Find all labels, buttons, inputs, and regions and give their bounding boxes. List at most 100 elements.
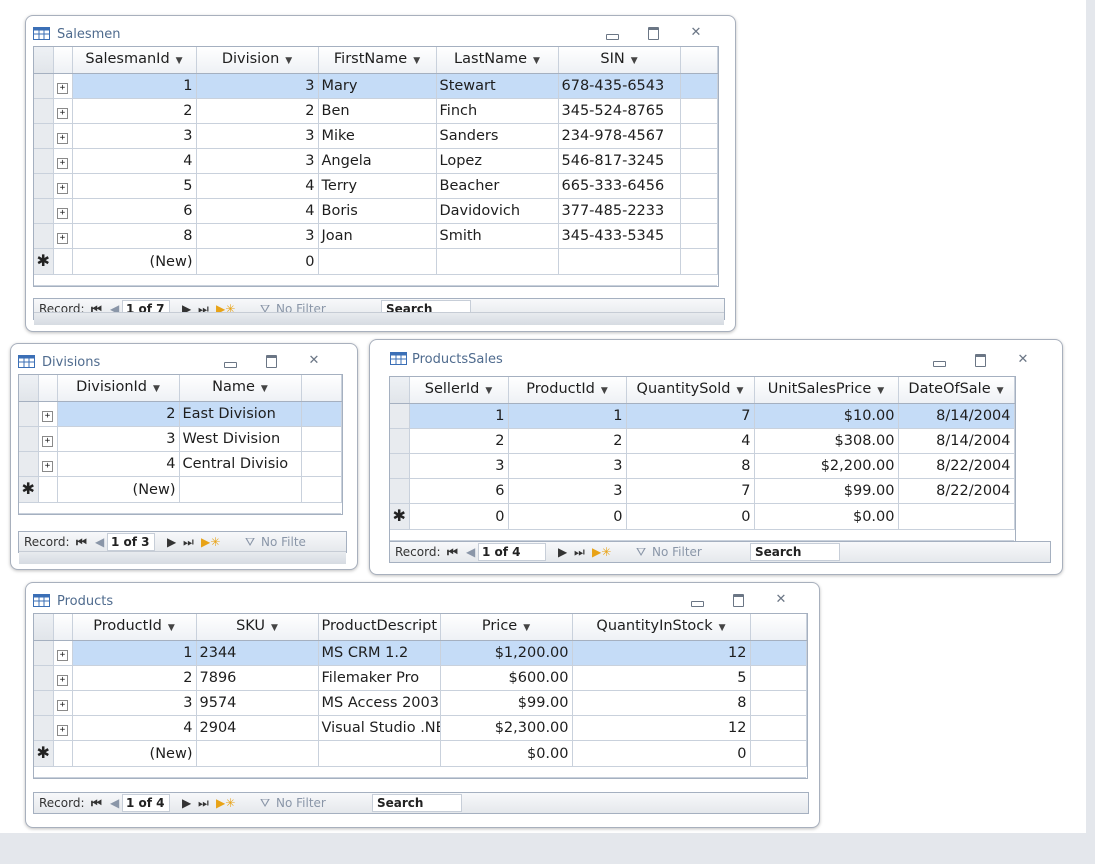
table-cell[interactable]: 1 (72, 640, 197, 666)
first-record-icon[interactable]: ⏮ (76, 535, 87, 550)
table-cell[interactable]: Ben (318, 98, 437, 124)
column-header-lastname[interactable]: LastName ▼ (436, 47, 559, 74)
table-cell[interactable]: 377-485-2233 (558, 198, 681, 224)
select-all-corner[interactable] (19, 375, 39, 402)
column-header-productid[interactable]: ProductId ▼ (72, 614, 197, 641)
row-selector[interactable] (34, 148, 54, 174)
plus-expand-icon[interactable]: + (57, 675, 68, 686)
table-cell[interactable]: 3 (196, 223, 319, 249)
plus-expand-icon[interactable]: + (57, 725, 68, 736)
table-row[interactable]: +4 3 Angela Lopez 546-817-3245 (34, 148, 718, 174)
row-selector[interactable] (34, 223, 54, 249)
column-header-sku[interactable]: SKU ▼ (196, 614, 319, 641)
row-selector[interactable]: ✱ (390, 503, 410, 530)
table-cell[interactable]: 0 (626, 503, 755, 530)
plus-expand-icon[interactable]: + (57, 700, 68, 711)
table-cell[interactable]: 1 (508, 403, 627, 429)
sort-dropdown-icon[interactable]: ▼ (997, 386, 1004, 396)
current-record-field[interactable]: 1 of 4 (478, 543, 546, 561)
expand-cell[interactable]: + (38, 401, 58, 427)
table-cell[interactable]: 3 (72, 123, 197, 149)
previous-record-icon[interactable]: ◀ (466, 545, 475, 559)
table-cell[interactable]: 0 (409, 503, 509, 530)
products-titlebar[interactable]: Products ✕ (26, 583, 819, 613)
table-cell[interactable]: 6 (72, 198, 197, 224)
table-cell[interactable]: $600.00 (440, 665, 573, 691)
plus-expand-icon[interactable]: + (42, 436, 53, 447)
column-header-firstname[interactable]: FirstName ▼ (318, 47, 437, 74)
table-cell[interactable]: 2 (72, 98, 197, 124)
table-cell[interactable]: (New) (72, 740, 197, 767)
table-cell[interactable]: 4 (196, 173, 319, 199)
previous-record-icon[interactable]: ◀ (110, 796, 119, 810)
table-cell[interactable]: Boris (318, 198, 437, 224)
sort-dropdown-icon[interactable]: ▼ (176, 56, 183, 66)
table-cell[interactable]: Smith (436, 223, 559, 249)
column-header-productdescript[interactable]: ProductDescript▼ (318, 614, 441, 641)
table-cell[interactable]: Visual Studio .NET (318, 715, 441, 741)
table-cell[interactable]: Finch (436, 98, 559, 124)
row-selector[interactable] (390, 428, 410, 454)
table-cell[interactable]: $1,200.00 (440, 640, 573, 666)
plus-expand-icon[interactable]: + (57, 108, 68, 119)
next-record-icon[interactable]: ▶ (558, 545, 567, 559)
salesmen-table[interactable]: SalesmanId ▼ Division ▼ FirstName ▼ LastName ▼ S… (34, 47, 718, 286)
table-cell[interactable]: 2 (57, 401, 180, 427)
table-row[interactable]: +5 4 Terry Beacher 665-333-6456 (34, 173, 718, 199)
row-selector[interactable] (34, 123, 54, 149)
table-row[interactable]: +8 3 Joan Smith 345-433-5345 (34, 223, 718, 249)
table-cell[interactable] (436, 248, 559, 275)
salesmen-titlebar[interactable]: Salesmen ✕ (26, 16, 735, 46)
horizontal-scrollbar[interactable] (19, 551, 346, 564)
expand-cell[interactable]: + (53, 73, 73, 99)
table-cell[interactable]: West Division (179, 426, 302, 452)
sort-dropdown-icon[interactable]: ▼ (285, 56, 292, 66)
table-cell[interactable]: $10.00 (754, 403, 899, 429)
column-header-productid[interactable]: ProductId ▼ (508, 377, 627, 404)
table-cell[interactable]: 0 (196, 248, 319, 275)
table-cell[interactable]: 8/14/2004 (898, 428, 1015, 454)
expand-cell[interactable]: + (38, 451, 58, 477)
table-cell[interactable]: 3 (57, 426, 180, 452)
sort-dropdown-icon[interactable]: ▼ (168, 623, 175, 633)
sort-dropdown-icon[interactable]: ▼ (719, 623, 726, 633)
table-row[interactable]: +1 3 Mary Stewart 678-435-6543 (34, 73, 718, 99)
row-selector[interactable]: ✱ (19, 476, 39, 503)
plus-expand-icon[interactable]: + (57, 650, 68, 661)
record-navigation-bar[interactable]: Record: ⏮ ◀ 1 of 4 ▶ ⏭ ▶✳ ⛛ No Filter Se… (389, 541, 1051, 563)
table-cell[interactable]: 345-524-8765 (558, 98, 681, 124)
record-navigation-bar[interactable]: Record: ⏮ ◀ 1 of 4 ▶ ⏭ ▶✳ ⛛ No Filter Se… (33, 792, 809, 814)
products-datasheet[interactable]: ProductId▼SKU▼ProductDescript▼Price▼Quan… (33, 613, 808, 779)
sort-dropdown-icon[interactable]: ▼ (737, 386, 744, 396)
table-cell[interactable]: 3 (196, 148, 319, 174)
products-sales-titlebar[interactable]: ProductsSales ✕ (370, 340, 1062, 370)
filter-icon[interactable]: ⛛ (636, 545, 646, 560)
table-cell[interactable] (558, 248, 681, 275)
new-record-row[interactable]: ✱ (New) 0 (34, 248, 718, 275)
table-cell[interactable]: 3 (409, 453, 509, 479)
table-cell[interactable]: 7 (626, 478, 755, 504)
row-selector[interactable] (34, 665, 54, 691)
table-row[interactable]: +3 3 Mike Sanders 234-978-4567 (34, 123, 718, 149)
table-row[interactable]: +2 2 Ben Finch 345-524-8765 (34, 98, 718, 124)
expand-cell[interactable]: + (53, 640, 73, 666)
table-cell[interactable]: 0 (572, 740, 751, 767)
salesmen-datasheet[interactable]: SalesmanId ▼ Division ▼ FirstName ▼ LastName ▼ S… (33, 46, 719, 287)
row-selector[interactable] (19, 401, 39, 427)
table-cell[interactable]: $99.00 (754, 478, 899, 504)
table-cell[interactable]: $2,300.00 (440, 715, 573, 741)
table-cell[interactable]: Stewart (436, 73, 559, 99)
search-field[interactable]: Search (372, 794, 462, 812)
table-cell[interactable]: 546-817-3245 (558, 148, 681, 174)
table-cell[interactable]: 8/14/2004 (898, 403, 1015, 429)
expand-cell[interactable]: + (53, 148, 73, 174)
column-header-name[interactable]: Name ▼ (179, 375, 302, 402)
row-selector[interactable] (390, 403, 410, 429)
table-cell[interactable]: 3 (72, 690, 197, 716)
row-selector[interactable] (34, 198, 54, 224)
select-all-corner[interactable] (390, 377, 410, 404)
table-cell[interactable]: 2 (72, 665, 197, 691)
close-icon[interactable]: ✕ (305, 353, 323, 369)
minimize-icon[interactable] (930, 352, 948, 368)
sort-dropdown-icon[interactable]: ▼ (271, 623, 278, 633)
